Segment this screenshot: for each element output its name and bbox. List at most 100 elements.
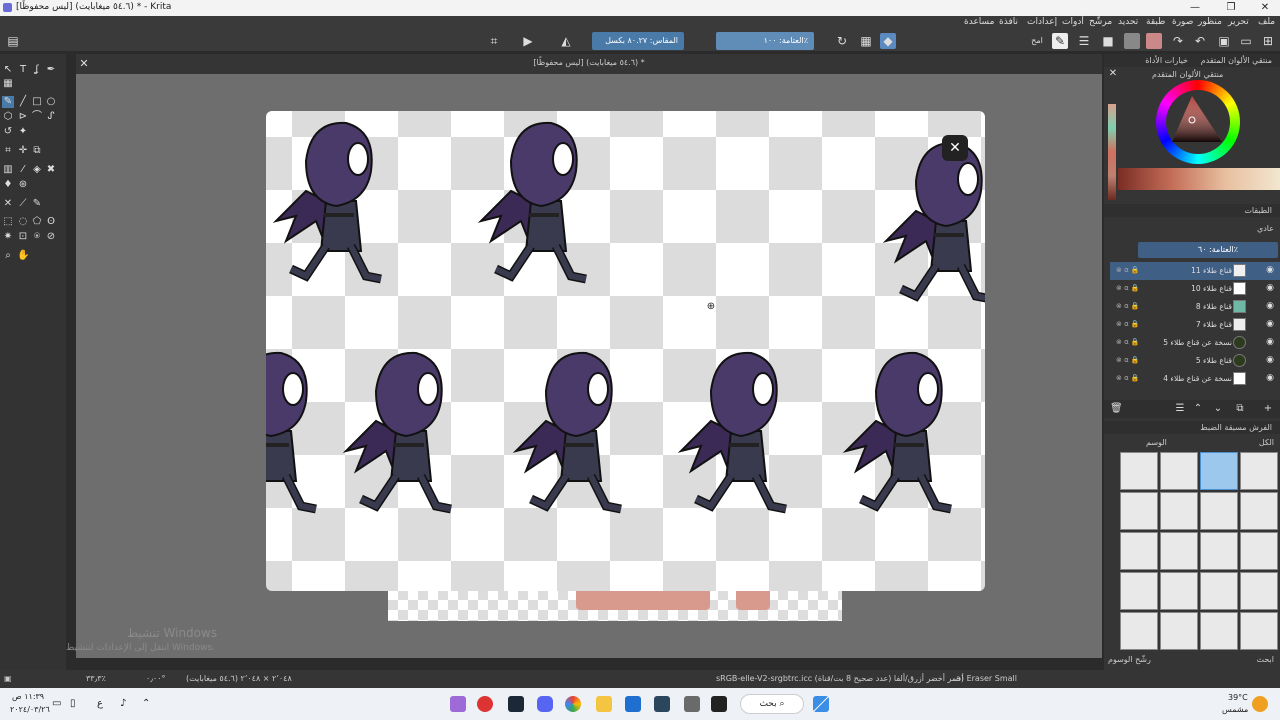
eye-icon[interactable]: ◉ xyxy=(1266,283,1274,293)
color-triangle[interactable] xyxy=(1166,90,1230,154)
alpha-lock-icon[interactable]: ▦ xyxy=(858,33,874,49)
clock-date[interactable]: ٢٠٢٤/٠٣/٢٦ xyxy=(10,705,50,714)
crop-tool-icon[interactable]: ⌗ xyxy=(2,145,14,157)
rectangle-tool-icon[interactable]: □ xyxy=(31,96,43,108)
opacity-field[interactable]: العتامة: ١٠٠٪ xyxy=(716,32,814,50)
minimize-button[interactable]: — xyxy=(1178,0,1212,16)
brush-preset[interactable] xyxy=(1200,532,1238,570)
clock-time[interactable]: ١١:٣٩ ص xyxy=(12,692,44,701)
menu-settings[interactable]: إعدادات xyxy=(1027,17,1057,27)
rotation-value[interactable]: ٠٫٠٠° xyxy=(146,674,166,683)
brush-preset[interactable] xyxy=(1120,612,1158,650)
redo-icon[interactable]: ↷ xyxy=(1170,33,1186,49)
assistant-tool-icon[interactable]: ✕ xyxy=(2,198,14,210)
reload-preset-icon[interactable]: ↻ xyxy=(834,33,850,49)
brush-preset[interactable] xyxy=(1120,492,1158,530)
layer-row[interactable]: ⊗ α 🔒 قناع طلاء 5 ◉ xyxy=(1110,352,1280,370)
weather-text[interactable]: مشمس xyxy=(1222,705,1248,714)
bezier-select-icon[interactable]: ⍟ xyxy=(31,231,43,243)
zoom-level[interactable]: ٣٣٫٣٪ xyxy=(86,674,106,683)
calligraphy-icon[interactable]: ✒ xyxy=(45,64,57,76)
terminal-icon[interactable] xyxy=(711,696,727,712)
menu-window[interactable]: نافذة xyxy=(999,17,1018,27)
layer-opacity-field[interactable]: العتامة: ٦٠٪ xyxy=(1138,242,1278,258)
enclose-fill-icon[interactable]: ⊛ xyxy=(17,179,29,191)
save-icon[interactable]: ▣ xyxy=(1216,33,1232,49)
ellipse-tool-icon[interactable]: ○ xyxy=(45,96,57,108)
layer-row[interactable]: ⊗ α 🔒 قناع طلاء 11 ◉ xyxy=(1110,262,1280,280)
brush-tag-all[interactable]: الكل xyxy=(1259,438,1274,447)
multibrush-icon[interactable]: ✦ xyxy=(17,126,29,138)
microphone-icon[interactable]: ♪ xyxy=(120,698,126,709)
brush-preset[interactable] xyxy=(1160,572,1198,610)
eye-icon[interactable]: ◉ xyxy=(1266,265,1274,275)
brush-preset[interactable] xyxy=(1240,492,1278,530)
color-history-strip[interactable] xyxy=(1108,104,1116,200)
brush-settings-icon[interactable]: ☰ xyxy=(1076,33,1092,49)
delete-layer-icon[interactable]: 🗑 xyxy=(1110,403,1123,415)
eraser-mode-icon[interactable]: ◆ xyxy=(880,33,896,49)
document-tab[interactable]: [ليس محفوظًا] (٥٤.٦ ميغابايت) * xyxy=(76,54,1102,74)
select-shapes-icon[interactable]: ↖ xyxy=(2,64,14,76)
brush-search-label[interactable]: ابحث xyxy=(1257,655,1274,664)
play-icon[interactable]: ▶ xyxy=(520,33,536,49)
layer-row[interactable]: ⊗ α 🔒 نسخة عن قناع طلاء 5 ◉ xyxy=(1110,334,1280,352)
menu-edit[interactable]: تحرير xyxy=(1228,17,1249,27)
brush-preset[interactable] xyxy=(1160,532,1198,570)
pattern-icon[interactable] xyxy=(1146,33,1162,49)
language-indicator[interactable]: ع xyxy=(97,698,103,709)
menu-filter[interactable]: مرشّح xyxy=(1089,17,1112,27)
brush-preset[interactable] xyxy=(1120,452,1158,490)
brush-preset[interactable] xyxy=(1240,572,1278,610)
steam-icon-2[interactable] xyxy=(654,696,670,712)
sidebar-toggle-icon[interactable]: ▤ xyxy=(5,33,21,49)
magnetic-select-icon[interactable]: ⊘ xyxy=(45,231,57,243)
viewer-close-button[interactable]: ✕ xyxy=(942,135,968,161)
new-document-icon[interactable]: ⊞ xyxy=(1260,33,1276,49)
app-taskbar-icon[interactable] xyxy=(477,696,493,712)
display-icon[interactable]: ▯ xyxy=(70,698,76,709)
zoom-tool-icon[interactable]: ⌕ xyxy=(2,250,14,262)
file-explorer-icon[interactable] xyxy=(596,696,612,712)
bezier-icon[interactable]: ⌒ xyxy=(31,111,43,123)
layer-row[interactable]: ⊗ α 🔒 قناع طلاء 8 ◉ xyxy=(1110,298,1280,316)
color-panel-close-icon[interactable]: ✕ xyxy=(1107,68,1119,80)
crop-frame-icon[interactable]: ⧉ xyxy=(31,145,43,157)
brush-preset-selected[interactable] xyxy=(1200,452,1238,490)
eye-icon[interactable]: ◉ xyxy=(1266,373,1274,383)
brush-preset[interactable] xyxy=(1200,492,1238,530)
crop-icon[interactable]: ⌗ xyxy=(486,33,502,49)
ellipse-select-icon[interactable]: ◌ xyxy=(17,216,29,228)
brush-preset[interactable] xyxy=(1160,492,1198,530)
menu-image[interactable]: صورة xyxy=(1172,17,1193,27)
contiguous-select-icon[interactable]: ✷ xyxy=(2,231,14,243)
move-layer-up-icon[interactable]: ⌃ xyxy=(1192,403,1204,415)
freehand-select-icon[interactable]: ʘ xyxy=(45,216,57,228)
undo-icon[interactable]: ↶ xyxy=(1192,33,1208,49)
open-icon[interactable]: ▭ xyxy=(1238,33,1254,49)
text-tool-icon[interactable]: T xyxy=(17,64,29,76)
fill-tool-icon[interactable]: ✖ xyxy=(45,164,57,176)
duplicate-layer-icon[interactable]: ⧉ xyxy=(1234,403,1246,415)
freehand-path-icon[interactable]: ᔑ xyxy=(45,111,57,123)
close-document-icon[interactable]: ✕ xyxy=(78,58,90,70)
tab-color-selector[interactable]: منتقي الألوان المتقدم xyxy=(1201,56,1272,65)
eye-icon[interactable]: ◉ xyxy=(1266,301,1274,311)
brush-preset[interactable] xyxy=(1240,532,1278,570)
mirror-icon[interactable]: ◭ xyxy=(558,33,574,49)
color-shade-bar[interactable] xyxy=(1118,168,1280,190)
chrome-icon[interactable] xyxy=(565,696,581,712)
freehand-brush-icon[interactable]: ✎ xyxy=(2,96,14,108)
gradient-icon[interactable] xyxy=(1124,33,1140,49)
close-window-button[interactable]: ✕ xyxy=(1248,0,1280,16)
polygon-select-icon[interactable]: ⬠ xyxy=(31,216,43,228)
eye-icon[interactable]: ◉ xyxy=(1266,337,1274,347)
fg-bg-color-icon[interactable]: ■ xyxy=(1100,33,1116,49)
menu-view[interactable]: منظور xyxy=(1198,17,1222,27)
measure-tool-icon[interactable]: ⟋ xyxy=(17,198,29,210)
layer-row[interactable]: ⊗ α 🔒 قناع طلاء 10 ◉ xyxy=(1110,280,1280,298)
brush-preset[interactable] xyxy=(1160,612,1198,650)
layer-properties-icon[interactable]: ☰ xyxy=(1174,403,1186,415)
pan-tool-icon[interactable]: ✋ xyxy=(17,250,29,262)
eye-icon[interactable]: ◉ xyxy=(1266,319,1274,329)
